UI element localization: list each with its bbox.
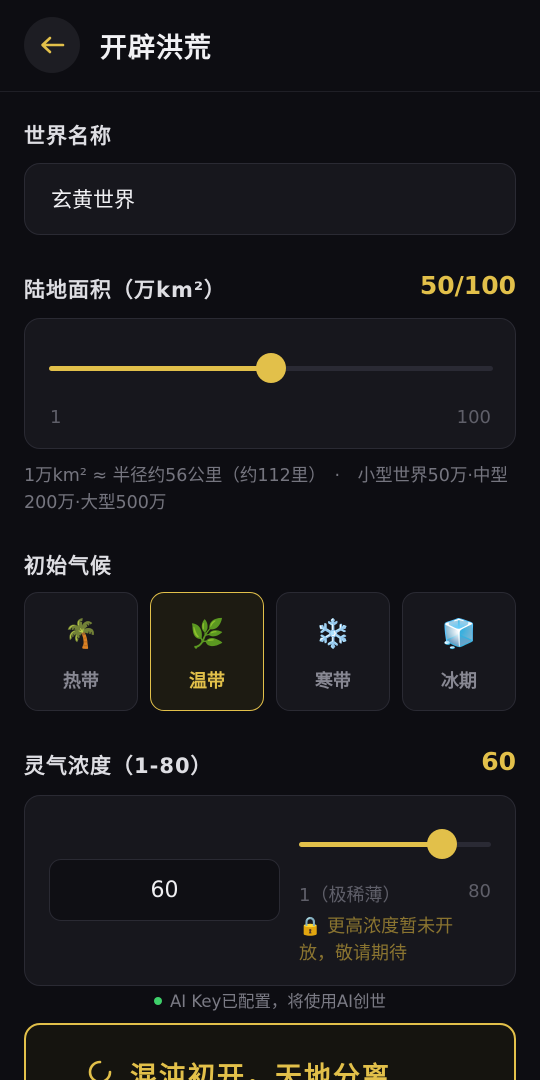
arrow-left-icon [41,36,65,54]
herb-icon: 🌿 [189,617,225,650]
land-area-value: 50/100 [419,271,516,300]
ai-status: AI Key已配置，将使用AI创世 [0,988,540,1012]
spirit-density-input[interactable] [49,859,280,921]
slider-fill [49,366,271,371]
header: 开辟洪荒 [0,0,540,92]
climate-option-label: 温带 [189,671,225,692]
land-area-label: 陆地面积（万km²） [24,278,227,302]
slider-thumb[interactable] [256,353,286,383]
climate-option-label: 冰期 [441,671,477,692]
spirit-density-lock-notice: 🔒 更高浓度暂未开放，敬请期待 [299,916,454,964]
land-area-min: 1 [50,407,62,428]
create-world-button-label: 混沌初开，天地分离... [130,1062,428,1080]
spirit-density-value: 60 [481,747,516,776]
climate-label: 初始气候 [24,554,112,578]
spirit-density-slider[interactable] [299,828,491,860]
app-screen: 开辟洪荒 世界名称 陆地面积（万km²） 50/100 1 100 1万km² … [0,0,540,1080]
spirit-density-min: 1（极稀薄） [299,885,401,906]
page-title: 开辟洪荒 [100,33,212,64]
climate-option-ice-age[interactable]: 🧊 冰期 [402,592,516,711]
climate-option-label: 寒带 [315,671,351,692]
spirit-density-max: 80 [468,881,491,902]
world-name-label: 世界名称 [24,124,112,148]
create-world-button[interactable]: 混沌初开，天地分离... [24,1023,516,1080]
climate-option-temperate[interactable]: 🌿 温带 [150,592,264,711]
climate-option-tropical[interactable]: 🌴 热带 [24,592,138,711]
climate-option-cold[interactable]: ❄️ 寒带 [276,592,390,711]
slider-thumb[interactable] [427,829,458,859]
climate-option-label: 热带 [63,671,99,692]
spirit-density-label: 灵气浓度（1-80） [24,754,213,778]
land-area-max: 100 [456,407,491,428]
back-button[interactable] [24,17,80,73]
ice-cube-icon: 🧊 [441,617,477,650]
ai-status-text: AI Key已配置，将使用AI创世 [170,992,386,1011]
slider-fill [299,842,443,847]
palm-tree-icon: 🌴 [63,617,99,650]
land-area-slider[interactable] [49,352,493,384]
land-area-card: 1 100 [24,318,516,449]
loading-spinner-icon [88,1060,112,1080]
snowflake-icon: ❄️ [315,617,351,650]
world-name-input[interactable] [24,163,516,235]
land-area-hint: 1万km² ≈ 半径约56公里（约112里） · 小型世界50万·中型200万·… [24,466,508,513]
status-dot-icon [154,997,163,1005]
